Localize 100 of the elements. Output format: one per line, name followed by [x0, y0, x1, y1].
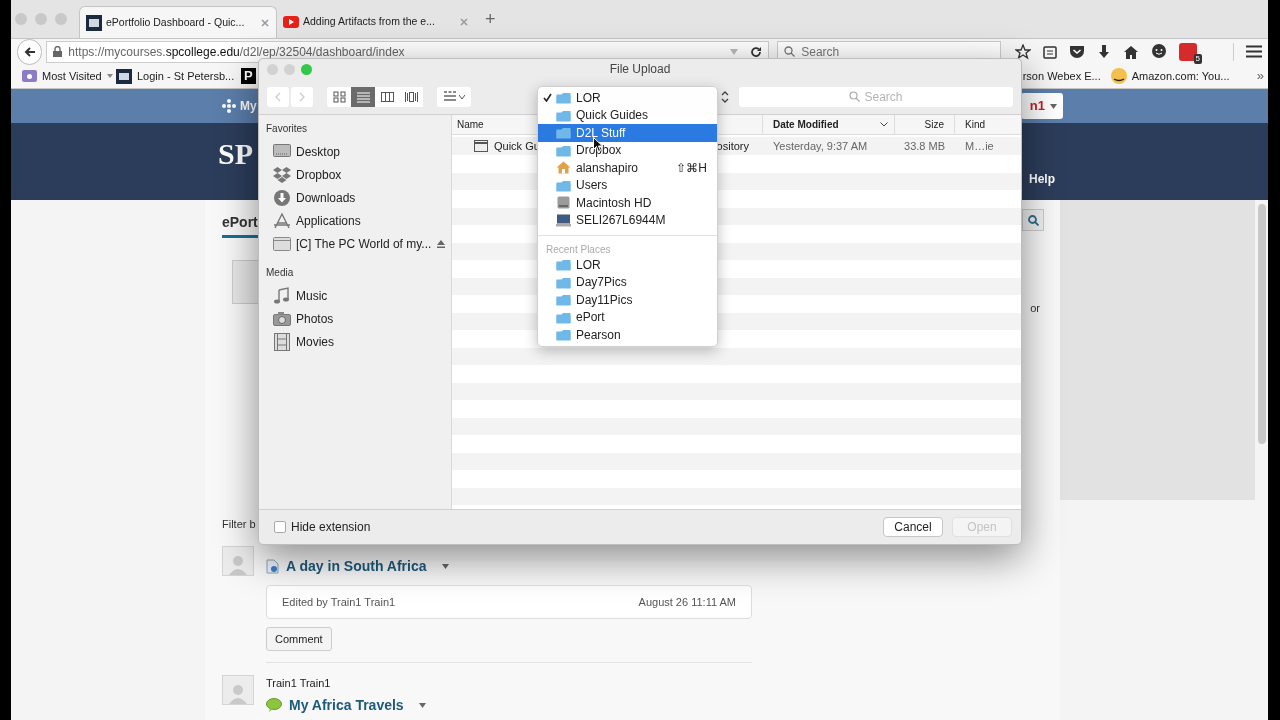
flower-icon: [222, 99, 236, 113]
pocket-icon: [1069, 44, 1085, 59]
menu-section-heading: Recent Places: [545, 243, 612, 256]
caret-icon: [1050, 103, 1057, 109]
sidebar-item[interactable]: Applications: [266, 209, 451, 232]
caret-icon: [458, 94, 465, 99]
search-icon: [849, 91, 861, 102]
menu-item[interactable]: Macintosh HD: [538, 194, 717, 212]
file-name: Quick Gu: [494, 138, 540, 154]
video-file-icon: [474, 140, 488, 152]
window-control[interactable]: [284, 63, 295, 75]
sidebar-item[interactable]: Movies: [266, 330, 451, 353]
folder-icon: [556, 91, 571, 105]
folder-icon: [556, 126, 571, 140]
browser-tab[interactable]: ePortfolio Dashboard - Quic...: [79, 6, 277, 38]
coverflow-view-icon: [404, 90, 418, 103]
menu-item[interactable]: D2L Stuff: [538, 124, 717, 142]
window-control[interactable]: [35, 13, 47, 25]
tab-title: Adding Artifacts from the e...: [303, 14, 436, 30]
sidebar-item[interactable]: Dropbox: [266, 163, 451, 186]
menu-item[interactable]: alanshapiro ⇧⌘H: [538, 159, 717, 177]
window-control[interactable]: [267, 63, 278, 75]
dialog-button[interactable]: Cancel: [883, 517, 943, 537]
column-header[interactable]: Date Modified: [763, 115, 895, 134]
column-header[interactable]: Size: [895, 115, 955, 134]
stepper-icon: [721, 89, 729, 104]
user-menu-button[interactable]: n1: [1021, 93, 1063, 119]
bookmark[interactable]: rson Webex E...: [1022, 67, 1101, 85]
view-mode-button[interactable]: [327, 86, 351, 107]
menu-item[interactable]: SELI267L6944M: [538, 211, 717, 229]
camera-icon: [273, 309, 291, 328]
view-mode-button[interactable]: [351, 86, 375, 107]
sidebar-heading: Favorites: [266, 122, 309, 136]
sidebar-item[interactable]: Music: [266, 284, 451, 307]
sidebar-item[interactable]: Downloads: [266, 186, 451, 209]
reading-list-icon: [1043, 44, 1057, 59]
bookmark-icon[interactable]: P: [241, 68, 256, 84]
bookmark[interactable]: Login - St Petersb...: [116, 67, 235, 85]
scrollbar[interactable]: [1257, 204, 1266, 444]
checkbox[interactable]: [274, 521, 286, 533]
post-title-link[interactable]: My Africa Travels: [289, 694, 404, 716]
bookmark[interactable]: Amazon.com: You...: [1110, 67, 1230, 85]
star-icon: [1015, 43, 1031, 60]
folder-icon: [556, 310, 571, 324]
column-header[interactable]: Kind: [955, 115, 1021, 134]
search-button[interactable]: [1022, 209, 1044, 231]
applications-icon: [273, 211, 291, 230]
site-logo: SP: [218, 136, 253, 172]
menu-item[interactable]: Quick Guides: [538, 106, 717, 124]
addon-button[interactable]: [1179, 42, 1197, 61]
menu-item[interactable]: Day7Pics: [538, 273, 717, 291]
forward-button[interactable]: [291, 86, 313, 107]
url-text: https://mycourses.spcollege.edu/d2l/ep/32504/dashboard/index: [68, 43, 406, 61]
sidebar-item[interactable]: Desktop: [266, 140, 451, 163]
dropbox-icon: [273, 165, 291, 184]
bookmark[interactable]: Most Visited: [22, 67, 113, 85]
help-link[interactable]: Help: [1029, 170, 1055, 188]
columns-view-icon: [380, 90, 394, 103]
date-cell-text: Yesterday, 9:37 AM: [772, 138, 869, 154]
film-icon: [273, 332, 291, 351]
download-icon: [273, 188, 291, 207]
view-mode-button[interactable]: [375, 86, 399, 107]
arrange-button[interactable]: [437, 86, 471, 107]
post-title-link[interactable]: A day in South Africa: [286, 556, 427, 577]
menu-item[interactable]: Users: [538, 176, 717, 194]
kind-cell-text: M…ie: [964, 138, 995, 154]
download-icon: [1097, 43, 1111, 60]
sidebar-heading: Media: [266, 266, 295, 280]
menu-icon: [1246, 45, 1262, 58]
nav-link[interactable]: My: [240, 97, 257, 115]
caret-icon: [441, 564, 449, 569]
browser-tab[interactable]: Adding Artifacts from the e...: [277, 6, 475, 38]
folder-icon: [556, 275, 571, 289]
grid-icon: [443, 91, 456, 102]
keyboard-shortcut: ⇧⌘H: [676, 159, 707, 177]
window-control[interactable]: [301, 63, 312, 75]
folder-icon: [556, 178, 571, 192]
sidebar-item[interactable]: [C] The PC World of my...: [266, 232, 451, 255]
menu-item[interactable]: LOR: [538, 89, 717, 107]
author-name: Train1 Train1: [266, 676, 332, 691]
comment-button[interactable]: Comment: [266, 627, 332, 651]
menu-item[interactable]: Day11Pics: [538, 291, 717, 309]
window-control[interactable]: [15, 13, 27, 25]
sidebar-item[interactable]: Photos: [266, 307, 451, 330]
page-heading: ePort: [222, 213, 258, 232]
view-mode-button[interactable]: [399, 86, 423, 107]
new-tab-button[interactable]: +: [485, 5, 496, 33]
edit-date: August 26 11:11 AM: [638, 594, 736, 610]
laptop-icon: [556, 213, 571, 227]
overflow-button[interactable]: »: [1256, 66, 1264, 86]
menu-item[interactable]: LOR: [538, 256, 717, 274]
folder-icon: [556, 293, 571, 307]
menu-item[interactable]: Pearson: [538, 326, 717, 344]
folder-icon: [556, 143, 571, 157]
window-control[interactable]: [55, 13, 67, 25]
caret-icon: [418, 702, 426, 708]
back-button[interactable]: [17, 38, 43, 65]
menu-item[interactable]: ePort: [538, 308, 717, 326]
chevron-right-icon: [299, 91, 305, 102]
size-cell-text: 33.8 MB: [903, 138, 946, 154]
